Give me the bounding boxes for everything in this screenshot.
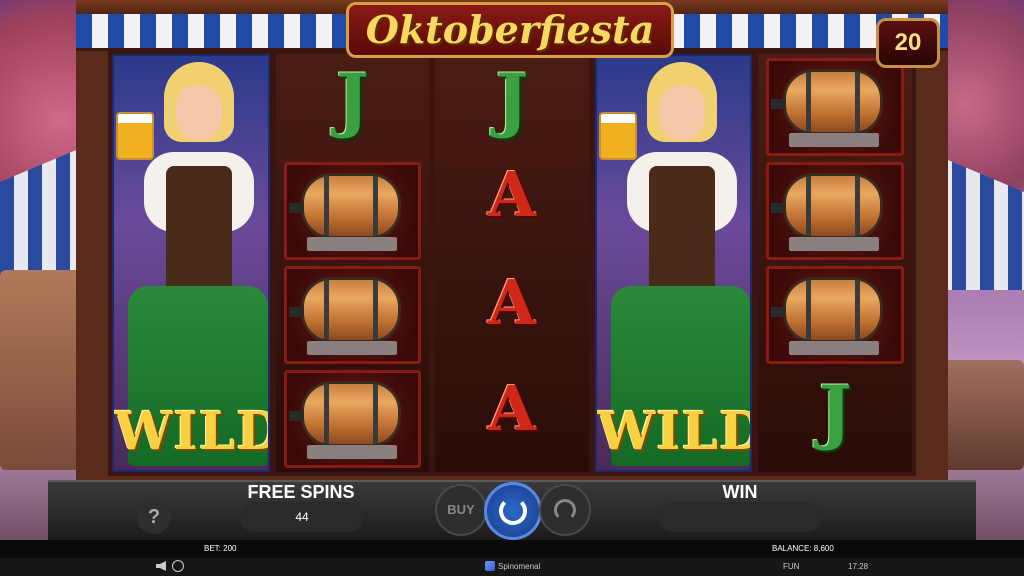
spin-button[interactable] bbox=[484, 482, 542, 540]
barrel-stand bbox=[306, 445, 397, 459]
barrel-icon bbox=[783, 69, 884, 135]
symbol-j: J bbox=[495, 58, 529, 141]
face bbox=[658, 86, 705, 140]
turbo-icon[interactable] bbox=[172, 560, 184, 572]
tap-icon bbox=[771, 307, 786, 317]
reels-grid: WILD J J A A A WILD J bbox=[108, 50, 916, 476]
symbol-barrel bbox=[283, 370, 422, 468]
game-title: Oktoberfiesta bbox=[346, 2, 674, 58]
reel-4-wild: WILD bbox=[594, 54, 753, 472]
balance-display: BALANCE: 8,600 bbox=[772, 544, 834, 553]
barrel-icon bbox=[300, 173, 401, 239]
free-spins-value: 44 bbox=[240, 502, 364, 532]
barrel-stand bbox=[789, 133, 880, 147]
provider-name: Spinomenal bbox=[498, 562, 541, 571]
win-label: WIN bbox=[722, 482, 758, 502]
help-button[interactable]: ? bbox=[137, 500, 171, 534]
free-spins-label: FREE SPINS bbox=[247, 482, 355, 502]
tap-icon bbox=[288, 203, 303, 213]
tap-icon bbox=[288, 307, 303, 317]
reel-5: J bbox=[758, 54, 912, 472]
symbol-barrel bbox=[766, 58, 904, 156]
bet-display: BET: 200 bbox=[204, 544, 237, 553]
provider-logo-icon bbox=[485, 561, 495, 571]
barrel-icon bbox=[300, 277, 401, 343]
barrel-stand bbox=[306, 341, 397, 355]
barrel-stand bbox=[789, 237, 880, 251]
wild-label: WILD bbox=[114, 401, 270, 462]
symbol-barrel bbox=[283, 266, 422, 364]
face bbox=[176, 86, 222, 140]
buy-button[interactable]: BUY bbox=[435, 484, 487, 536]
win-value bbox=[658, 502, 822, 532]
reel-2: J bbox=[275, 54, 430, 472]
reel-3: J A A A bbox=[435, 54, 589, 472]
barrel-stand bbox=[306, 237, 397, 251]
tap-icon bbox=[288, 411, 303, 421]
symbol-barrel bbox=[766, 266, 904, 364]
symbol-barrel bbox=[283, 162, 422, 260]
beer-mug-icon bbox=[116, 112, 154, 160]
reel-1-wild: WILD bbox=[112, 54, 270, 472]
barrel-icon bbox=[783, 277, 884, 343]
bodice bbox=[166, 166, 232, 296]
barrel-stand bbox=[789, 341, 880, 355]
tap-icon bbox=[771, 99, 786, 109]
symbol-j: J bbox=[335, 58, 369, 141]
symbol-j: J bbox=[818, 370, 852, 453]
spin-icon bbox=[499, 497, 527, 525]
wild-label: WILD bbox=[596, 401, 753, 462]
bodice bbox=[648, 166, 715, 296]
symbol-barrel bbox=[766, 162, 904, 260]
autoplay-icon bbox=[554, 499, 576, 521]
barrel-icon bbox=[300, 381, 401, 447]
symbol-a: A bbox=[487, 158, 537, 231]
mode-label: FUN bbox=[783, 562, 800, 571]
free-spins-counter: 20 bbox=[876, 18, 940, 68]
barrel-icon bbox=[783, 173, 884, 239]
symbol-a: A bbox=[487, 266, 537, 339]
clock: 17:28 bbox=[848, 562, 869, 571]
status-bar: BET: 200 BALANCE: 8,600 bbox=[0, 540, 1024, 558]
tap-icon bbox=[771, 203, 786, 213]
beer-mug-icon bbox=[598, 112, 637, 160]
autoplay-button[interactable] bbox=[539, 484, 591, 536]
footer-bar: Spinomenal FUN 17:28 bbox=[0, 558, 1024, 576]
symbol-a: A bbox=[487, 372, 537, 445]
